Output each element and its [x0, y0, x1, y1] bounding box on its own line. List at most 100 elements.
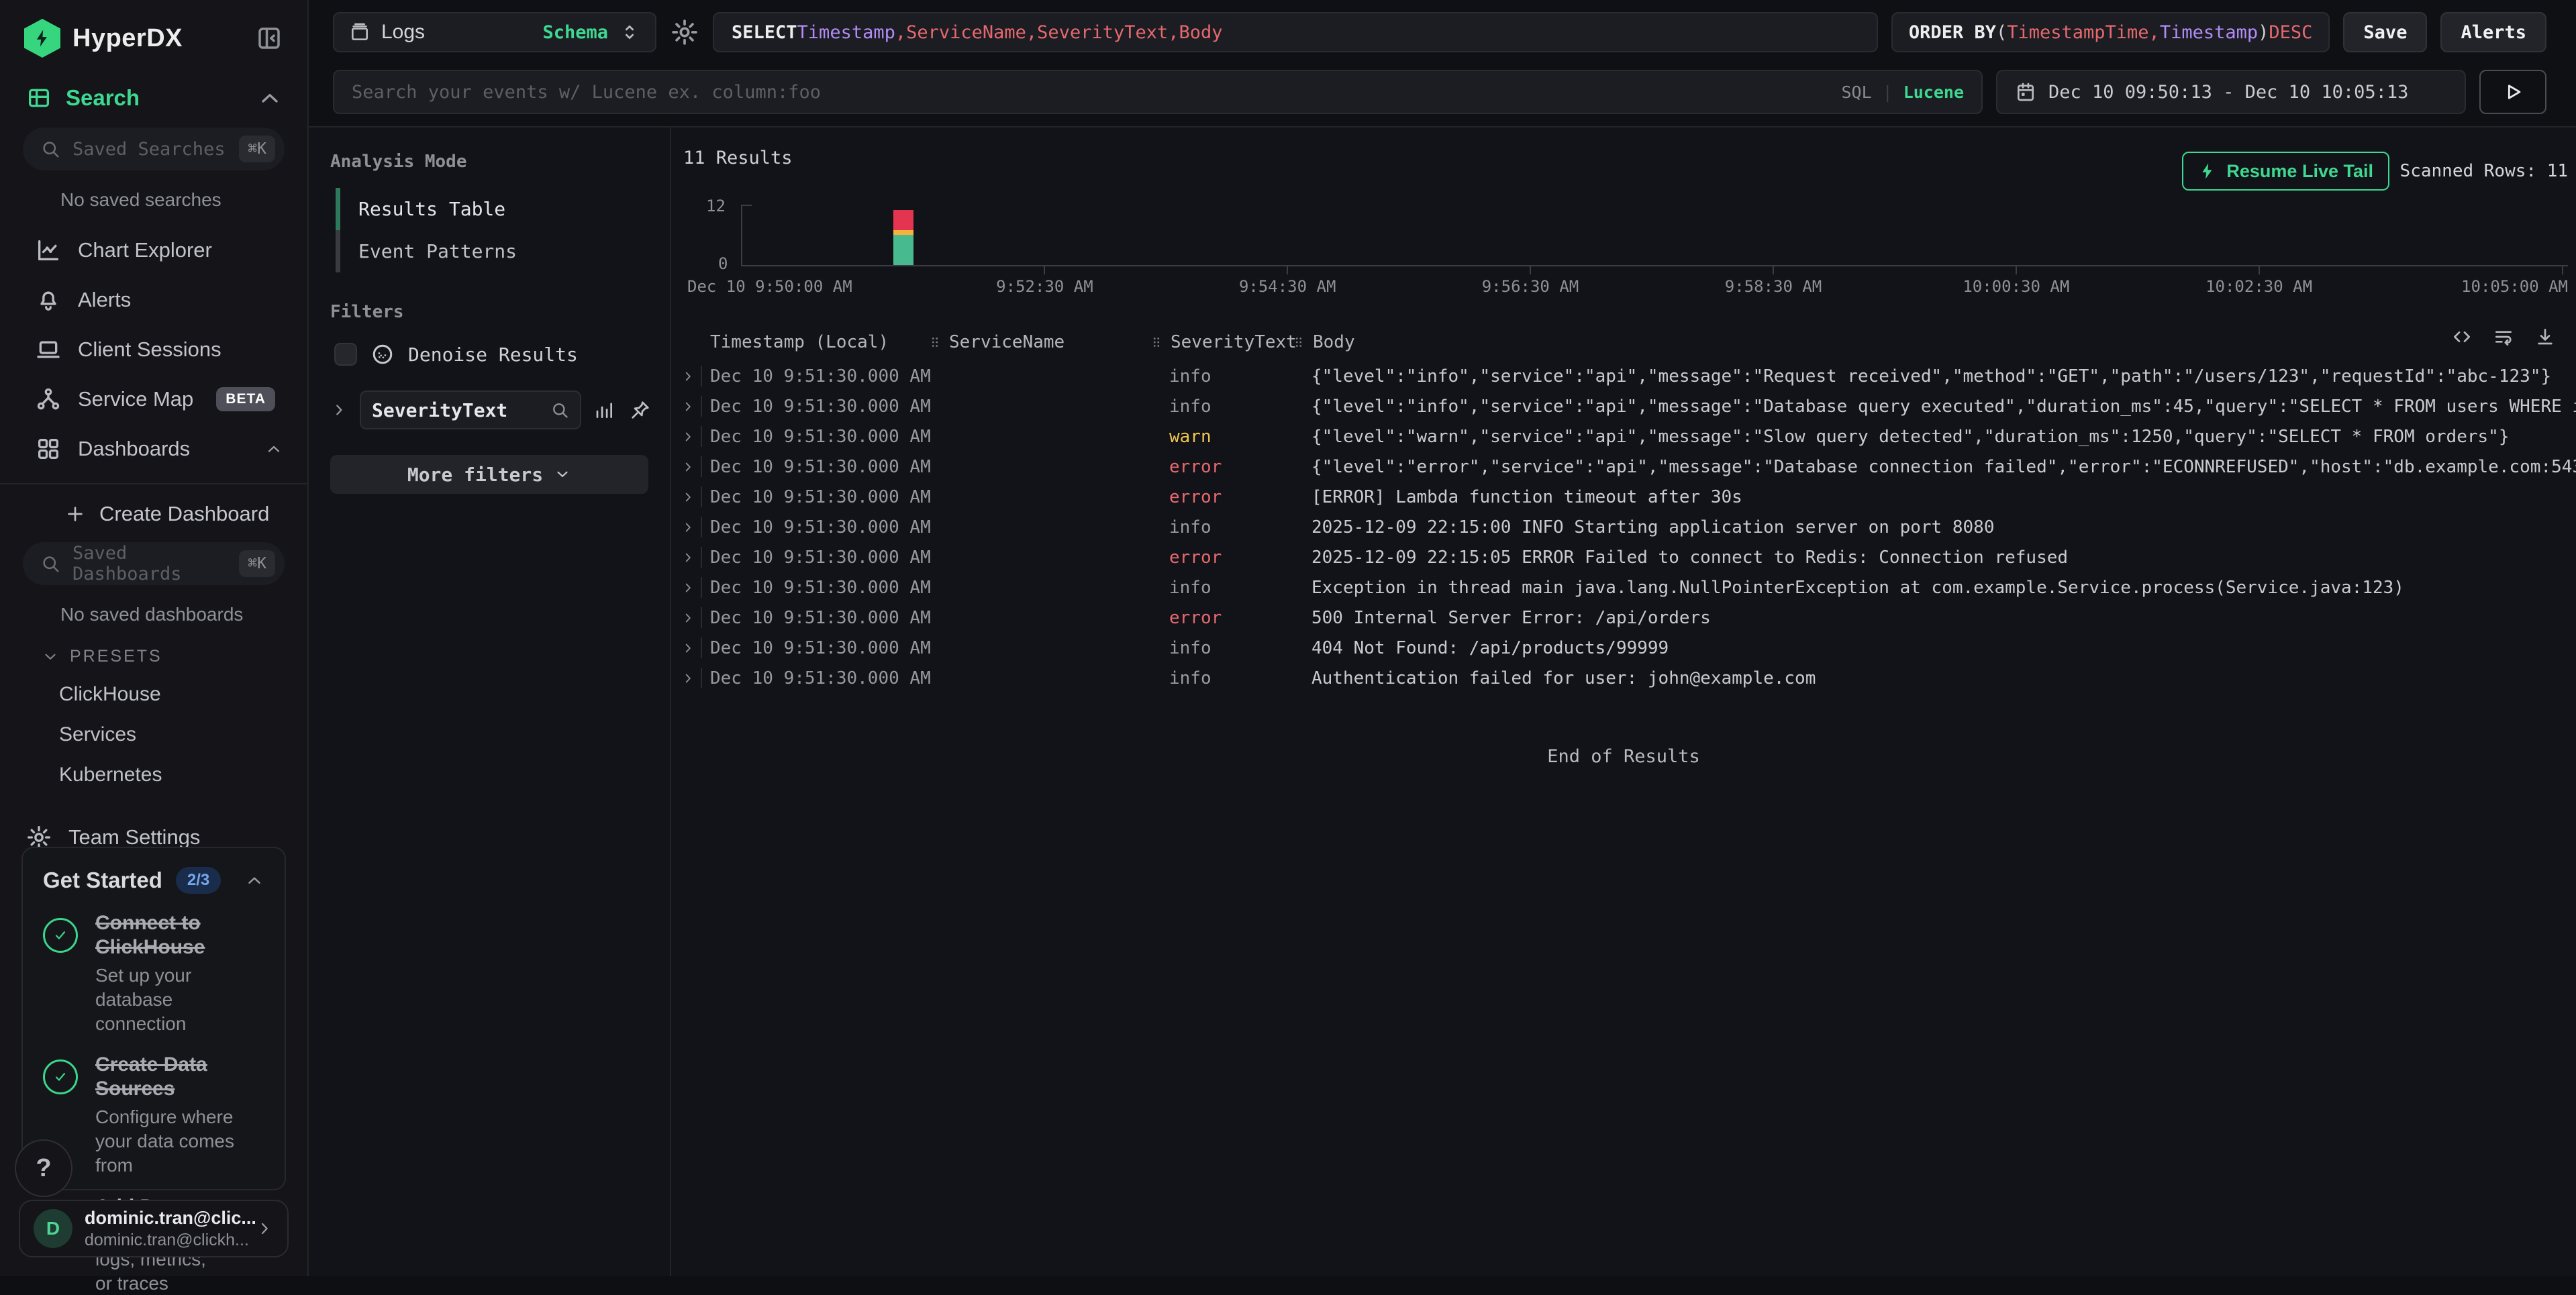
- preset-item-kubernetes[interactable]: Kubernetes: [0, 755, 307, 795]
- histogram-bar[interactable]: [893, 210, 913, 266]
- cell-severitytext: info: [1158, 638, 1301, 658]
- table-row[interactable]: Dec 10 9:51:30.000 AMerror2025-12-09 22:…: [671, 542, 2576, 572]
- row-expander[interactable]: [671, 512, 702, 542]
- select-clause-input[interactable]: SELECT Timestamp,ServiceName,SeverityTex…: [713, 12, 1878, 52]
- bell-icon: [35, 287, 62, 313]
- presets-header[interactable]: PRESETS: [0, 631, 307, 674]
- table-row[interactable]: Dec 10 9:51:30.000 AMinfoException in th…: [671, 572, 2576, 603]
- table-row[interactable]: Dec 10 9:51:30.000 AMinfo{"level":"info"…: [671, 361, 2576, 391]
- column-header-timestamp-local-[interactable]: Timestamp (Local): [702, 332, 937, 352]
- chevron-down-icon: [554, 466, 571, 483]
- topbar: Logs Schema SELECT Timestamp,ServiceName…: [309, 0, 2576, 127]
- expand-filter-icon[interactable]: [330, 401, 348, 419]
- user-card[interactable]: D dominic.tran@clic... dominic.tran@clic…: [19, 1200, 289, 1257]
- filter-field-search-input[interactable]: SeverityText: [360, 391, 581, 429]
- pin-icon[interactable]: [630, 399, 651, 421]
- sql-toggle[interactable]: SQL: [1841, 83, 1871, 102]
- row-expander[interactable]: [671, 603, 702, 633]
- sidebar-item-client-sessions[interactable]: Client Sessions: [0, 325, 307, 374]
- create-dashboard-button[interactable]: Create Dashboard: [0, 484, 307, 542]
- cell-timestamp: Dec 10 9:51:30.000 AM: [702, 517, 937, 537]
- preset-item-services[interactable]: Services: [0, 715, 307, 755]
- saved-searches-input[interactable]: Saved Searches ⌘K: [23, 127, 285, 170]
- resume-live-tail-button[interactable]: Resume Live Tail: [2182, 152, 2389, 191]
- row-expander[interactable]: [671, 361, 702, 391]
- chevron-right-icon[interactable]: [681, 429, 695, 444]
- save-button[interactable]: Save: [2343, 12, 2427, 52]
- preset-item-clickhouse[interactable]: ClickHouse: [0, 674, 307, 715]
- source-selector[interactable]: Logs Schema: [333, 12, 656, 52]
- orderby-clause-input[interactable]: ORDER BY (TimestampTime, Timestamp) DESC: [1891, 12, 2330, 52]
- sidebar-collapse-icon[interactable]: [255, 24, 283, 52]
- more-filters-button[interactable]: More filters: [330, 455, 648, 494]
- table-row[interactable]: Dec 10 9:51:30.000 AMerror{"level":"erro…: [671, 452, 2576, 482]
- table-row[interactable]: Dec 10 9:51:30.000 AMerror[ERROR] Lambda…: [671, 482, 2576, 512]
- row-expander[interactable]: [671, 633, 702, 663]
- date-range-picker[interactable]: Dec 10 09:50:13 - Dec 10 10:05:13: [1996, 70, 2466, 114]
- row-expander[interactable]: [671, 542, 702, 572]
- source-settings-gear-icon[interactable]: [670, 17, 699, 47]
- orderby-keyword: ORDER BY: [1909, 22, 1996, 43]
- help-button[interactable]: ?: [15, 1139, 72, 1197]
- column-header-servicename[interactable]: ServiceName: [937, 332, 1158, 352]
- sidebar-item-service-map[interactable]: Service MapBETA: [0, 374, 307, 424]
- saved-dashboards-input[interactable]: Saved Dashboards ⌘K: [23, 542, 285, 585]
- avatar: D: [34, 1209, 72, 1248]
- sidebar-item-dashboards[interactable]: Dashboards: [0, 424, 307, 474]
- chevron-up-icon[interactable]: [264, 439, 283, 458]
- presets-label: PRESETS: [70, 647, 162, 666]
- row-expander[interactable]: [671, 663, 702, 693]
- table-row[interactable]: Dec 10 9:51:30.000 AMwarn{"level":"warn"…: [671, 421, 2576, 452]
- plus-icon: [64, 503, 86, 525]
- chevron-right-icon[interactable]: [681, 490, 695, 505]
- denoise-checkbox[interactable]: [334, 343, 357, 366]
- field-chart-icon[interactable]: [593, 399, 615, 421]
- table-row[interactable]: Dec 10 9:51:30.000 AMinfo2025-12-09 22:1…: [671, 512, 2576, 542]
- cell-body: 2025-12-09 22:15:05 ERROR Failed to conn…: [1301, 548, 2576, 568]
- table-row[interactable]: Dec 10 9:51:30.000 AMinfo{"level":"info"…: [671, 391, 2576, 421]
- event-search-input[interactable]: Search your events w/ Lucene ex. column:…: [333, 70, 1983, 114]
- sidebar-item-search[interactable]: Search: [0, 68, 307, 127]
- row-expander[interactable]: [671, 452, 702, 482]
- column-header-body[interactable]: Body: [1301, 332, 2576, 352]
- table-row[interactable]: Dec 10 9:51:30.000 AMerror500 Internal S…: [671, 603, 2576, 633]
- chevron-right-icon[interactable]: [681, 611, 695, 625]
- column-header-severitytext[interactable]: SeverityText: [1158, 332, 1301, 352]
- run-query-button[interactable]: [2479, 70, 2546, 114]
- search-placeholder: Search your events w/ Lucene ex. column:…: [352, 82, 821, 103]
- row-expander[interactable]: [671, 572, 702, 603]
- lucene-toggle[interactable]: Lucene: [1903, 83, 1964, 102]
- drag-handle-icon[interactable]: [1291, 335, 1306, 350]
- chevron-right-icon[interactable]: [681, 580, 695, 595]
- get-started-header[interactable]: Get Started 2/3: [43, 867, 264, 894]
- chevron-up-icon[interactable]: [256, 85, 283, 111]
- drag-handle-icon[interactable]: [928, 335, 942, 350]
- network-icon: [35, 386, 62, 413]
- table-row[interactable]: Dec 10 9:51:30.000 AMinfo404 Not Found: …: [671, 633, 2576, 663]
- alerts-button[interactable]: Alerts: [2440, 12, 2546, 52]
- table-row[interactable]: Dec 10 9:51:30.000 AMinfoAuthentication …: [671, 663, 2576, 693]
- chevron-right-icon[interactable]: [681, 460, 695, 474]
- chevron-up-icon[interactable]: [244, 870, 264, 890]
- chevron-right-icon[interactable]: [681, 399, 695, 414]
- events-histogram[interactable]: 12 0 Dec 10 9:50:00 AM9:52:30 AM9:54:30 …: [741, 205, 2563, 265]
- mode-results-table[interactable]: Results Table: [330, 188, 648, 230]
- chevron-right-icon[interactable]: [681, 641, 695, 656]
- cell-timestamp: Dec 10 9:51:30.000 AM: [702, 427, 937, 447]
- search-icon: [40, 554, 60, 574]
- row-expander[interactable]: [671, 391, 702, 421]
- get-started-task-connect-to-clickhouse[interactable]: Connect to ClickHouseSet up your databas…: [43, 911, 264, 1035]
- row-expander[interactable]: [671, 482, 702, 512]
- sidebar-item-chart-explorer[interactable]: Chart Explorer: [0, 225, 307, 275]
- get-started-task-create-data-sources[interactable]: Create Data SourcesConfigure where your …: [43, 1053, 264, 1177]
- chevron-right-icon[interactable]: [681, 550, 695, 565]
- chevron-right-icon[interactable]: [681, 369, 695, 384]
- drag-handle-icon[interactable]: [1149, 335, 1164, 350]
- denoise-results-toggle[interactable]: Denoise Results: [334, 342, 648, 366]
- sidebar-item-alerts[interactable]: Alerts: [0, 275, 307, 325]
- chevron-right-icon[interactable]: [681, 671, 695, 686]
- row-expander[interactable]: [671, 421, 702, 452]
- chevron-right-icon[interactable]: [681, 520, 695, 535]
- mode-event-patterns[interactable]: Event Patterns: [330, 230, 648, 272]
- cell-severitytext: info: [1158, 397, 1301, 417]
